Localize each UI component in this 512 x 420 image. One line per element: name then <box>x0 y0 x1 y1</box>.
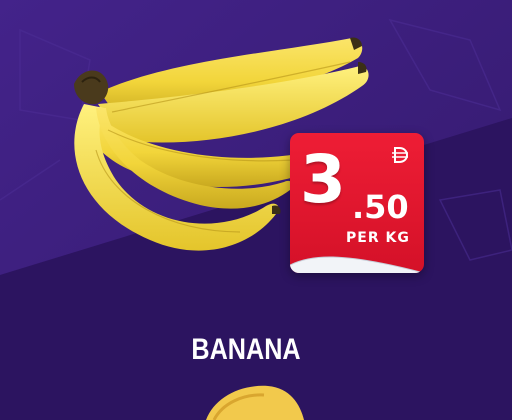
product-card: 3 .50 PER KG BANANA <box>0 0 512 420</box>
next-product-peek <box>206 385 304 420</box>
